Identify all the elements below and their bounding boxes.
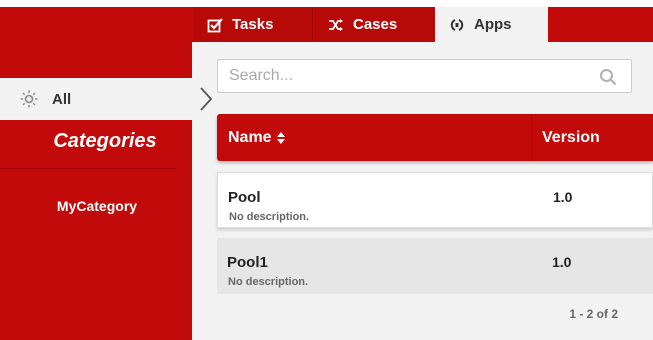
tab-cases[interactable]: Cases — [314, 7, 434, 42]
apps-icon — [449, 17, 465, 33]
table-row[interactable]: Pool No description. 1.0 — [217, 172, 653, 228]
tab-apps[interactable]: Apps — [435, 7, 548, 42]
tab-label: Apps — [474, 16, 512, 33]
column-separator — [531, 114, 532, 161]
chevron-right-icon[interactable] — [196, 84, 216, 114]
search-input[interactable] — [218, 60, 631, 92]
column-header-name[interactable]: Name — [228, 129, 285, 147]
sidebar-item-label: All — [52, 90, 72, 108]
sun-icon — [20, 90, 38, 108]
tab-tasks[interactable]: Tasks — [193, 7, 313, 42]
app-description: No description. — [228, 276, 309, 288]
table-row[interactable]: Pool1 No description. 1.0 — [217, 238, 653, 294]
app-version: 1.0 — [553, 189, 573, 205]
checkbox-icon — [207, 17, 223, 33]
sidebar-item-mycategory[interactable]: MyCategory — [0, 198, 192, 214]
divider — [0, 168, 176, 169]
app-description: No description. — [229, 211, 310, 223]
column-header-label: Name — [228, 129, 272, 146]
pagination-info: 1 - 2 of 2 — [569, 307, 618, 321]
shuffle-icon — [328, 17, 344, 33]
app-name: Pool — [228, 189, 261, 206]
sort-icon — [276, 132, 285, 144]
app-version: 1.0 — [552, 254, 572, 270]
categories-heading: Categories — [53, 130, 157, 152]
app-name: Pool1 — [227, 254, 268, 271]
tab-label: Tasks — [232, 16, 274, 33]
table-header: Name Version — [217, 114, 653, 161]
tab-label: Cases — [353, 16, 398, 33]
search-field — [217, 59, 632, 93]
category-sidebar: All Categories MyCategory — [0, 42, 192, 340]
column-header-version[interactable]: Version — [542, 129, 600, 147]
search-icon[interactable] — [599, 68, 617, 86]
sidebar-item-all[interactable]: All — [0, 78, 192, 120]
